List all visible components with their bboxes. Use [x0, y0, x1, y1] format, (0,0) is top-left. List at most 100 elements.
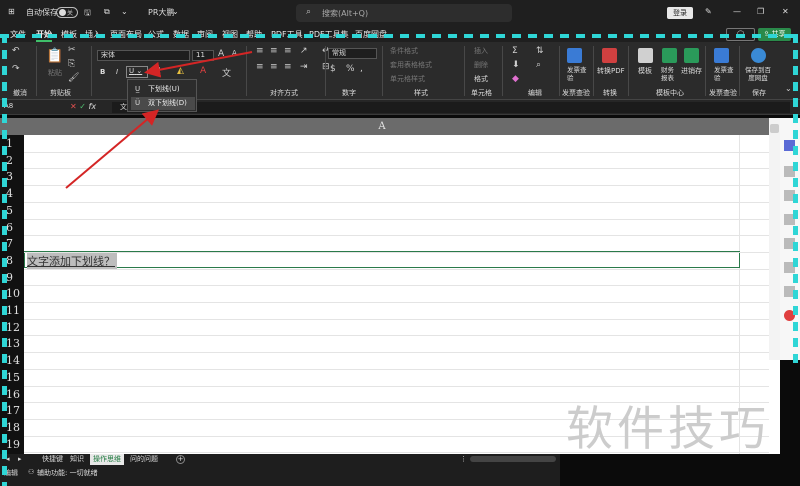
add-sheet-button[interactable]: +	[176, 455, 185, 464]
align-middle-icon[interactable]: ≡	[270, 46, 278, 56]
cell-a8[interactable]: 文字添加下划线？	[24, 251, 740, 269]
quick-access-icon[interactable]: ⧉	[104, 7, 110, 17]
baidu-netdisk-icon[interactable]	[751, 48, 766, 63]
conditional-format-button[interactable]: 条件格式	[390, 46, 418, 56]
menu-item-underline-label: 下划线(U)	[148, 85, 180, 93]
copy-icon[interactable]: ⎘	[68, 59, 75, 69]
restore-icon[interactable]: ❐	[757, 7, 764, 16]
sheet-tab-operation[interactable]: 操作思维	[90, 454, 124, 465]
accessibility-icon[interactable]: ⚇	[28, 468, 34, 476]
currency-icon[interactable]: $	[330, 64, 336, 74]
financial-report-button[interactable]: 财务报表	[661, 66, 677, 82]
italic-button[interactable]: I	[116, 68, 118, 76]
autosum-icon[interactable]: Σ	[512, 46, 518, 56]
row-gridline	[24, 268, 769, 270]
group-alignment-label: 对齐方式	[270, 89, 298, 97]
pane-handle-icon[interactable]	[770, 124, 779, 133]
double-underline-icon: Ü	[135, 99, 141, 107]
search-box[interactable]: ⌕ 搜索(Alt+Q)	[296, 4, 512, 22]
underline-button[interactable]: U ⌄	[126, 66, 148, 78]
filename[interactable]: PR大鹏	[148, 7, 174, 18]
fill-color-icon[interactable]: ◭	[177, 66, 184, 76]
format-cells-button[interactable]: 格式	[474, 74, 488, 84]
inventory-button[interactable]: 进销存	[681, 66, 702, 76]
sort-filter-icon[interactable]: ⇅	[536, 46, 544, 56]
delete-cells-button[interactable]: 删除	[474, 60, 488, 70]
phonetic-icon[interactable]: 文	[222, 66, 231, 79]
align-bottom-icon[interactable]: ≡	[284, 46, 292, 56]
sheet-tab-knowledge[interactable]: 知识	[70, 454, 84, 465]
search-icon: ⌕	[306, 7, 312, 17]
name-box[interactable]: A8	[4, 102, 60, 113]
font-color-icon[interactable]: A	[200, 66, 206, 76]
invoice-check-2-button[interactable]: 发票查验	[714, 66, 734, 82]
redo-icon[interactable]: ↷	[12, 64, 20, 74]
divider	[91, 46, 92, 96]
template-icon[interactable]	[638, 48, 653, 63]
autosave-toggle[interactable]: 关	[56, 7, 78, 18]
orientation-icon[interactable]: ↗	[300, 46, 308, 56]
row-gridline	[24, 285, 769, 287]
horizontal-scrollbar[interactable]	[470, 456, 556, 462]
clear-icon[interactable]: ◆	[512, 74, 519, 84]
font-size-select[interactable]: 11	[192, 50, 214, 61]
chevron-down-icon[interactable]: ⌄	[172, 7, 179, 16]
menu-item-double-underline[interactable]: Ü 双下划线(D)	[131, 97, 195, 110]
divider	[628, 46, 629, 96]
fill-icon[interactable]: ⬇	[512, 60, 520, 70]
tab-scroll-right-icon[interactable]: ▸	[18, 454, 22, 465]
financial-report-icon[interactable]	[662, 48, 677, 63]
underline-label: U	[129, 67, 135, 75]
align-right-icon[interactable]: ≡	[284, 62, 292, 72]
find-select-icon[interactable]: ⌕	[536, 60, 541, 70]
number-format-select[interactable]: 常规	[328, 48, 377, 59]
paste-icon[interactable]: 📋	[46, 48, 63, 64]
group-save-label: 保存	[752, 89, 766, 97]
sheet-tab-shortcuts[interactable]: 快捷键	[42, 454, 63, 465]
borders-icon[interactable]: ▦	[152, 66, 161, 76]
formula-input[interactable]: 文	[112, 102, 790, 113]
save-to-netdisk-button[interactable]: 保存到百度网盘	[743, 66, 773, 82]
invoice-check-icon[interactable]	[567, 48, 582, 63]
pdf-convert-icon[interactable]	[602, 48, 617, 63]
customize-qat-icon[interactable]: ⌄	[121, 7, 128, 16]
cut-icon[interactable]: ✂	[68, 45, 76, 55]
decrease-font-icon[interactable]: A	[232, 49, 237, 57]
autosave-state: 关	[67, 10, 74, 17]
convert-pdf-button[interactable]: 转换PDF	[597, 66, 625, 76]
format-as-table-button[interactable]: 套用表格格式	[390, 60, 432, 70]
save-icon[interactable]: 🖫	[84, 7, 91, 21]
align-left-icon[interactable]: ≡	[256, 62, 264, 72]
bold-button[interactable]: B	[100, 68, 105, 76]
insert-function-button[interactable]: fx	[89, 102, 97, 111]
undo-icon[interactable]: ↶	[12, 46, 20, 56]
minimize-icon[interactable]: —	[733, 7, 741, 16]
insert-cells-button[interactable]: 插入	[474, 46, 488, 56]
indent-icon[interactable]: ⇥	[300, 62, 308, 72]
template-button[interactable]: 模板	[638, 66, 652, 76]
login-button[interactable]: 登录	[667, 7, 693, 19]
more-options-icon[interactable]: ⋮	[460, 454, 467, 465]
column-header-a[interactable]: A	[24, 118, 740, 135]
invoice-check-2-icon[interactable]	[714, 48, 729, 63]
paste-label[interactable]: 粘贴	[48, 68, 62, 78]
increase-font-icon[interactable]: A	[218, 49, 224, 59]
invoice-check-button[interactable]: 发票查验	[567, 66, 587, 82]
close-icon[interactable]: ✕	[782, 7, 789, 16]
divider	[559, 46, 560, 96]
comma-icon[interactable]: ,	[360, 64, 363, 74]
pen-icon[interactable]: ✎	[705, 7, 712, 16]
sheet-tab-questions[interactable]: 问的问题	[130, 454, 158, 465]
font-name-select[interactable]: 宋体	[97, 50, 190, 61]
cell-styles-button[interactable]: 单元格样式	[390, 74, 425, 84]
menu-item-underline[interactable]: U̲ 下划线(U)	[131, 83, 195, 96]
inventory-icon[interactable]	[684, 48, 699, 63]
enter-icon[interactable]: ✓	[79, 102, 86, 111]
align-top-icon[interactable]: ≡	[256, 46, 264, 56]
ribbon-collapse-icon[interactable]: ⌄	[785, 84, 792, 93]
cancel-icon[interactable]: ✕	[70, 102, 77, 111]
percent-icon[interactable]: %	[346, 64, 355, 74]
align-center-icon[interactable]: ≡	[270, 62, 278, 72]
format-painter-icon[interactable]: 🖌	[68, 73, 79, 83]
accessibility-status[interactable]: 辅助功能: 一切就绪	[37, 468, 98, 478]
